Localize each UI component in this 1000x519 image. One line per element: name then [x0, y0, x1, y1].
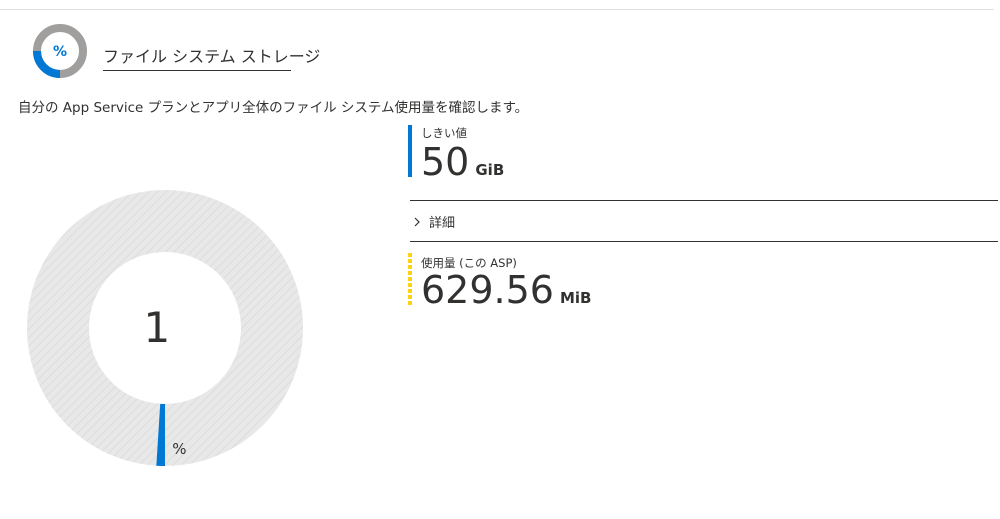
usage-value: 629.56 [421, 268, 554, 312]
usage-color-bar [408, 253, 412, 305]
threshold-metric: しきい値 50 GiB [408, 125, 608, 184]
details-expander[interactable]: 詳細 [411, 212, 455, 231]
section-description: 自分の App Service プランとアプリ全体のファイル システム使用量を確… [18, 100, 529, 116]
details-label: 詳細 [429, 216, 456, 231]
threshold-color-bar [408, 125, 412, 177]
svg-text:%: % [53, 44, 67, 60]
section-title-underline [103, 70, 291, 71]
percent-gauge-icon: % [33, 24, 87, 78]
usage-unit: MiB [559, 289, 592, 307]
section-title: ファイル システム ストレージ [103, 47, 321, 66]
threshold-label: しきい値 [421, 126, 467, 140]
usage-metric: 使用量 (この ASP) 629.56 MiB [408, 253, 658, 312]
storage-donut-chart [25, 188, 305, 468]
divider-below-details [410, 241, 998, 242]
threshold-value: 50 [421, 140, 470, 184]
chevron-right-icon [414, 217, 420, 226]
threshold-unit: GiB [475, 161, 505, 179]
donut-track [27, 190, 303, 466]
divider-above-details [410, 200, 998, 201]
top-divider [0, 9, 994, 10]
